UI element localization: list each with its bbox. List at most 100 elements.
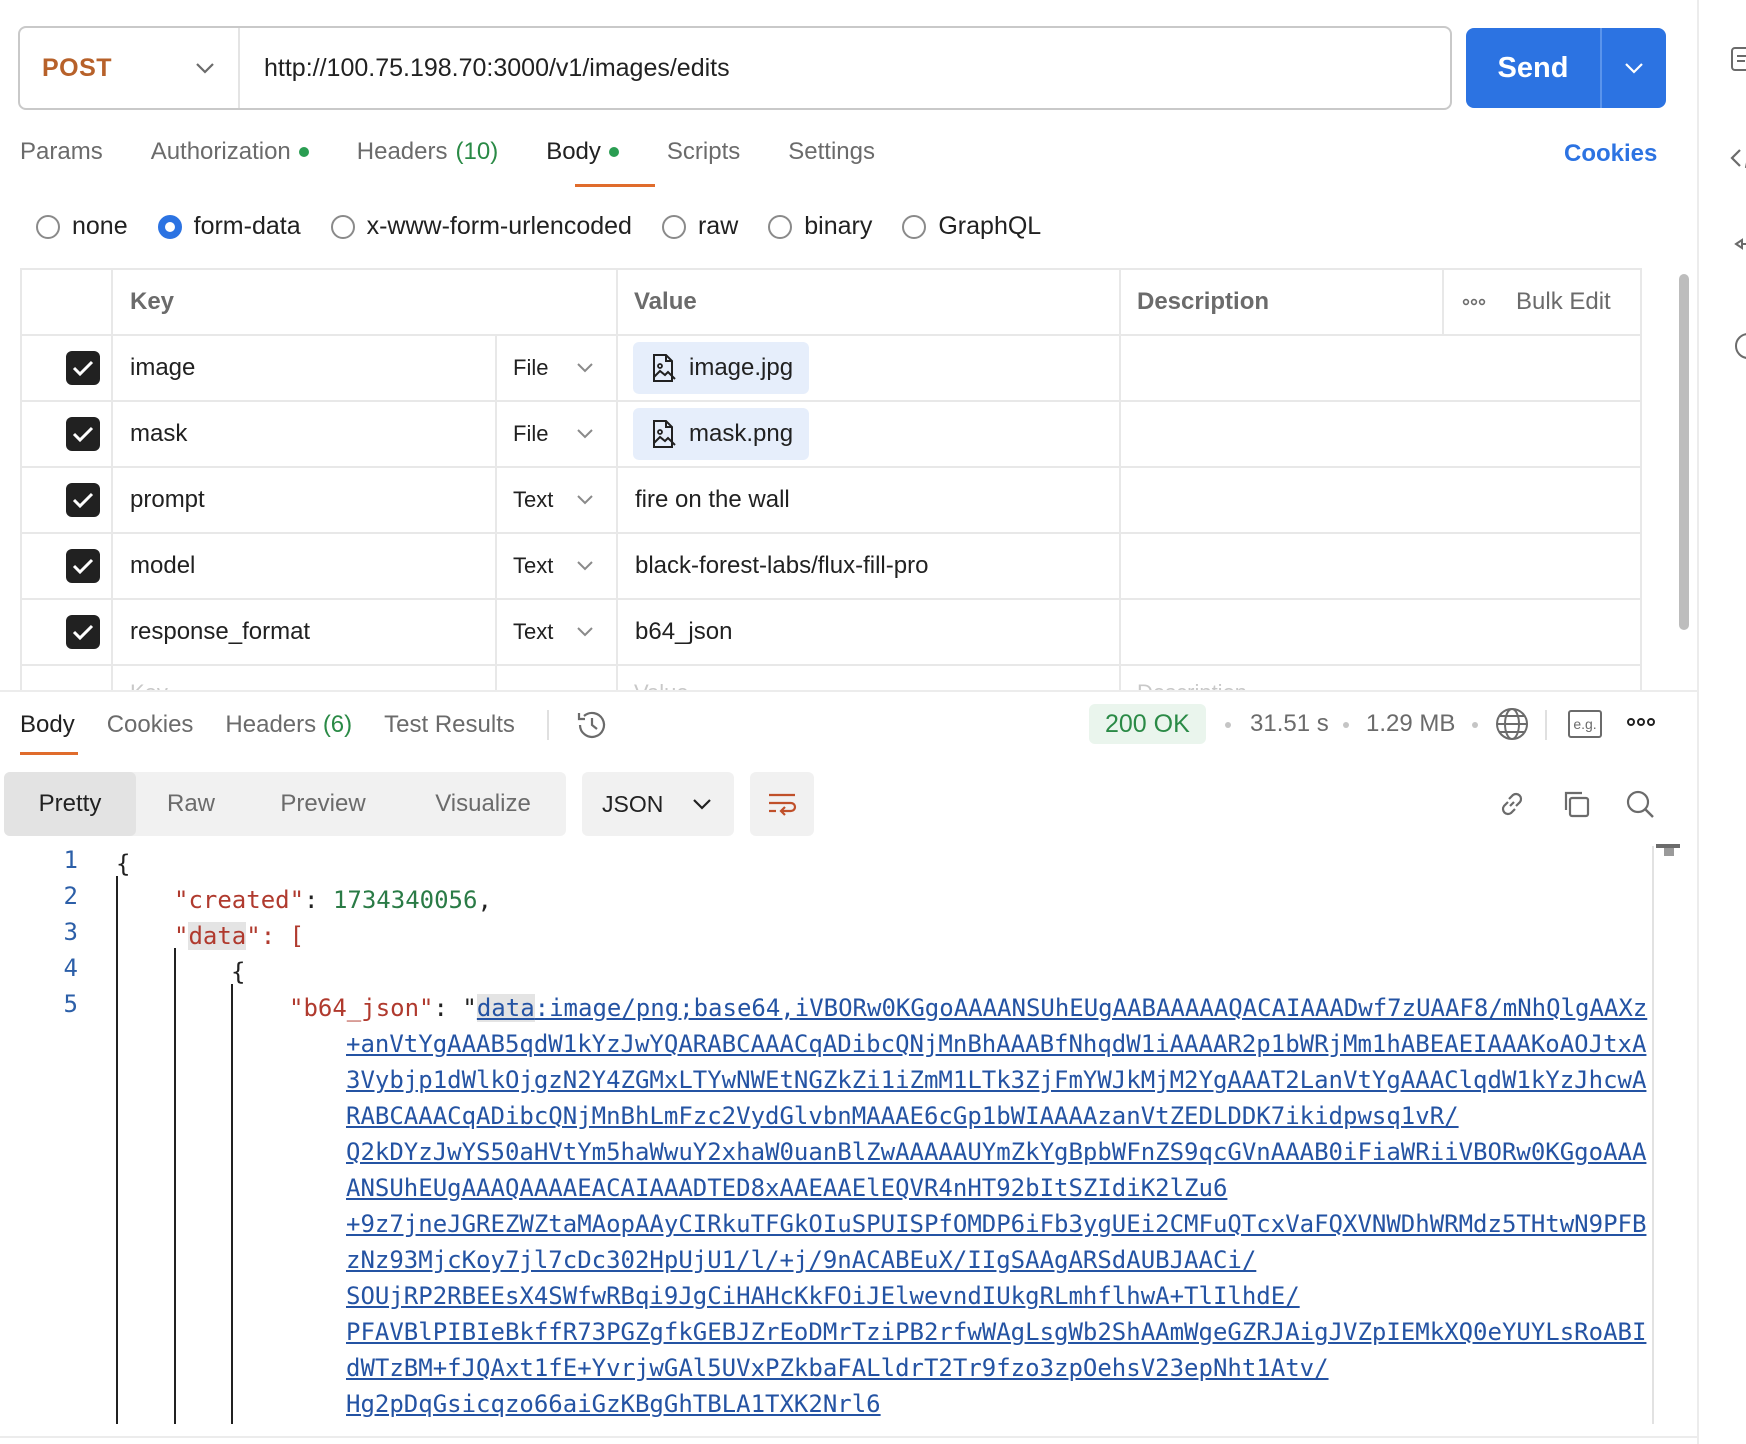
- base64-link[interactable]: Hg2pDqGsicqzo66aiGzKBgGhTBLA1TXK2Nrl6: [346, 1386, 881, 1422]
- send-options-button[interactable]: [1600, 28, 1666, 108]
- code-line: "data": [: [174, 922, 305, 950]
- base64-link[interactable]: ANSUhEUgAAAQAAAAEACAIAAADTED8xAAEAAElEQV…: [346, 1170, 1227, 1206]
- separator: [546, 710, 549, 740]
- code-icon[interactable]: [1728, 142, 1746, 174]
- tab-response-cookies[interactable]: Cookies: [107, 711, 194, 739]
- param-key[interactable]: prompt: [112, 486, 205, 514]
- chevron-down-icon: [577, 363, 593, 373]
- param-key[interactable]: image: [112, 354, 195, 382]
- file-chip[interactable]: image.jpg: [633, 342, 810, 394]
- base64-link[interactable]: 3Vybjp1dWlkOjgzN2Y4ZGMxLTYwNWEtNGZkZi1iZ…: [346, 1062, 1646, 1098]
- chevron-down-icon: [577, 429, 593, 439]
- table-row: model Text black-forest-labs/flux-fill-p…: [22, 532, 1640, 598]
- radio-button[interactable]: [157, 214, 182, 239]
- tab-scripts[interactable]: Scripts: [667, 138, 740, 190]
- base64-link[interactable]: dWTzBM+fJQAxt1fE+YvrjwGAl5UVxPZkbaFALldr…: [346, 1350, 1329, 1386]
- status-badge[interactable]: 200 OK: [1089, 704, 1206, 744]
- search-button[interactable]: [1622, 786, 1658, 822]
- line-number: 3: [63, 918, 78, 946]
- code-scrollbar-track[interactable]: [1652, 846, 1654, 1424]
- radio-urlencoded[interactable]: x-www-form-urlencoded: [330, 212, 632, 241]
- type-select[interactable]: Text: [496, 468, 616, 532]
- response-code-view[interactable]: 1 2 3 4 5 { "created": 1734340056, "data…: [0, 846, 1650, 1424]
- radio-button[interactable]: [36, 214, 60, 239]
- code-line: "created": 1734340056,: [174, 886, 492, 914]
- tab-params[interactable]: Params: [20, 138, 103, 190]
- radio-graphql[interactable]: GraphQL: [902, 212, 1041, 241]
- row-checkbox[interactable]: [66, 351, 100, 385]
- tab-authorization[interactable]: Authorization: [151, 138, 309, 190]
- chevron-down-icon: [196, 63, 214, 74]
- table-scrollbar[interactable]: [1679, 274, 1689, 630]
- format-select[interactable]: JSON: [582, 772, 734, 836]
- checkmark-icon: [72, 360, 94, 377]
- tab-response-headers[interactable]: Headers (6): [225, 711, 352, 739]
- radio-button[interactable]: [902, 214, 927, 239]
- base64-link[interactable]: RABCAAACqADibcQNjMnBhLmFzc2VydGlvbnMAAAE…: [346, 1098, 1459, 1134]
- base64-link[interactable]: /png;base64,iVBORw0KGgoAAAANSUhEUgAABAAA…: [621, 994, 1647, 1022]
- chevron-down-icon: [577, 627, 593, 637]
- tab-test-results[interactable]: Test Results: [384, 711, 515, 739]
- row-checkbox[interactable]: [66, 417, 100, 451]
- radio-form-data[interactable]: form-data: [157, 212, 301, 241]
- file-chip[interactable]: mask.png: [633, 408, 810, 460]
- view-preview[interactable]: Preview: [246, 772, 400, 836]
- cookies-link[interactable]: Cookies: [1564, 140, 1657, 168]
- info-icon[interactable]: [1728, 330, 1746, 362]
- param-key[interactable]: model: [112, 552, 195, 580]
- tab-body[interactable]: Body: [546, 138, 619, 190]
- type-select[interactable]: File: [496, 402, 616, 466]
- radio-none[interactable]: none: [36, 212, 128, 241]
- view-visualize[interactable]: Visualize: [400, 772, 566, 836]
- type-select[interactable]: Text: [496, 534, 616, 598]
- tab-settings[interactable]: Settings: [788, 138, 875, 190]
- base64-link[interactable]: Q2kDYzJwYS50aHVtYm5haWwuY2xhaW0uanBlZwAA…: [346, 1134, 1646, 1170]
- base64-link[interactable]: SOUjRP2RBEEsX4SWfwRBqi9JgCiHAHcKkFOiJElw…: [346, 1278, 1300, 1314]
- save-example-button[interactable]: e.g.: [1568, 710, 1602, 738]
- tab-response-body[interactable]: Body: [20, 711, 75, 739]
- type-select[interactable]: Text: [496, 600, 616, 664]
- param-value[interactable]: black-forest-labs/flux-fill-pro: [617, 552, 928, 580]
- param-key[interactable]: response_format: [112, 618, 310, 646]
- request-tabs: Params Authorization Headers (10) Body Sc…: [20, 138, 923, 190]
- param-value[interactable]: fire on the wall: [617, 486, 790, 514]
- base64-link[interactable]: PFAVBlPIBIeBkffR73PGZgfkGEBJZrEoDMrTziPB…: [346, 1314, 1646, 1350]
- param-value[interactable]: b64_json: [617, 618, 732, 646]
- wrap-lines-button[interactable]: [750, 772, 814, 836]
- more-horizontal-icon[interactable]: [1626, 716, 1656, 728]
- more-options-button[interactable]: [1462, 270, 1486, 334]
- send-button[interactable]: Send: [1466, 28, 1666, 108]
- comments-icon[interactable]: [1728, 44, 1746, 76]
- base64-link[interactable]: zNz93MjcKoy7jl7cDc302HpUjU1/l/+j/9nACABE…: [346, 1242, 1256, 1278]
- view-raw[interactable]: Raw: [136, 772, 246, 836]
- tab-headers[interactable]: Headers (10): [357, 138, 498, 190]
- radio-button[interactable]: [661, 214, 686, 239]
- radio-raw[interactable]: raw: [661, 212, 738, 241]
- param-key[interactable]: mask: [112, 420, 187, 448]
- indent-guide: [174, 948, 176, 1424]
- url-input[interactable]: http://100.75.198.70:3000/v1/images/edit…: [240, 54, 730, 83]
- copy-button[interactable]: [1558, 786, 1594, 822]
- globe-icon[interactable]: [1494, 706, 1530, 742]
- base64-link[interactable]: +9z7jneJGREZWZtaMAopAAyCIRkuTFGkOIuSPUIS…: [346, 1206, 1646, 1242]
- response-time[interactable]: 31.51 s: [1250, 710, 1329, 738]
- pane-divider[interactable]: [0, 690, 1697, 692]
- history-icon[interactable]: [575, 708, 609, 742]
- row-checkbox[interactable]: [66, 549, 100, 583]
- active-tab-indicator: [20, 752, 78, 755]
- type-select[interactable]: File: [496, 336, 616, 400]
- base64-link[interactable]: +anVtYgAAAB5qdW1kYzJwYQARABCAAACqADibcQN…: [346, 1026, 1646, 1062]
- radio-binary[interactable]: binary: [768, 212, 872, 241]
- copy-link-button[interactable]: [1494, 786, 1530, 822]
- radio-button[interactable]: [330, 214, 355, 239]
- row-checkbox[interactable]: [66, 483, 100, 517]
- radio-button[interactable]: [768, 214, 793, 239]
- code-line: {: [116, 850, 131, 878]
- view-pretty[interactable]: Pretty: [4, 772, 136, 836]
- response-size[interactable]: 1.29 MB: [1366, 710, 1455, 738]
- bulk-edit-button[interactable]: Bulk Edit: [1516, 288, 1611, 316]
- method-select[interactable]: POST: [20, 28, 240, 108]
- related-icon[interactable]: [1728, 236, 1746, 268]
- row-checkbox[interactable]: [66, 615, 100, 649]
- checkmark-icon: [72, 624, 94, 641]
